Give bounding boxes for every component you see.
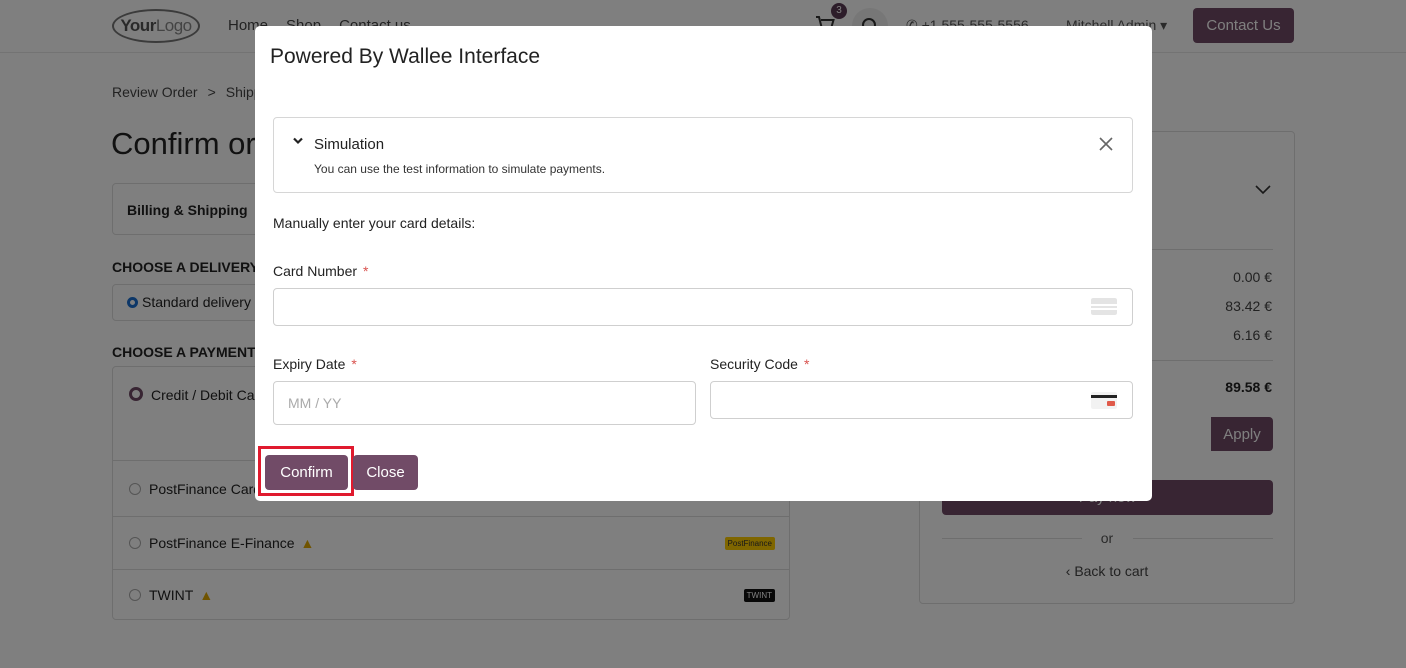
card-number-input[interactable] (273, 288, 1133, 326)
expiry-date-input[interactable] (273, 381, 696, 425)
confirm-button[interactable]: Confirm (265, 455, 348, 490)
card-number-label: Card Number * (273, 263, 369, 279)
security-code-input[interactable] (710, 381, 1133, 419)
close-icon[interactable] (1098, 136, 1114, 152)
simulation-panel[interactable]: Simulation You can use the test informat… (273, 117, 1133, 193)
chevron-down-icon[interactable] (292, 135, 304, 147)
card-cvc-icon (1091, 392, 1117, 409)
expiry-date-label: Expiry Date * (273, 356, 357, 372)
credit-card-icon (1091, 298, 1117, 315)
required-mark: * (803, 356, 810, 372)
close-button[interactable]: Close (353, 455, 418, 490)
required-mark: * (363, 263, 369, 279)
manual-entry-text: Manually enter your card details: (273, 215, 476, 231)
security-code-label: Security Code * (710, 356, 810, 372)
required-mark: * (351, 356, 357, 372)
simulation-description: You can use the test information to simu… (314, 162, 606, 176)
modal-title: Powered By Wallee Interface (270, 45, 541, 68)
payment-modal: Powered By Wallee Interface Simulation Y… (255, 26, 1152, 501)
simulation-title: Simulation (314, 136, 385, 153)
